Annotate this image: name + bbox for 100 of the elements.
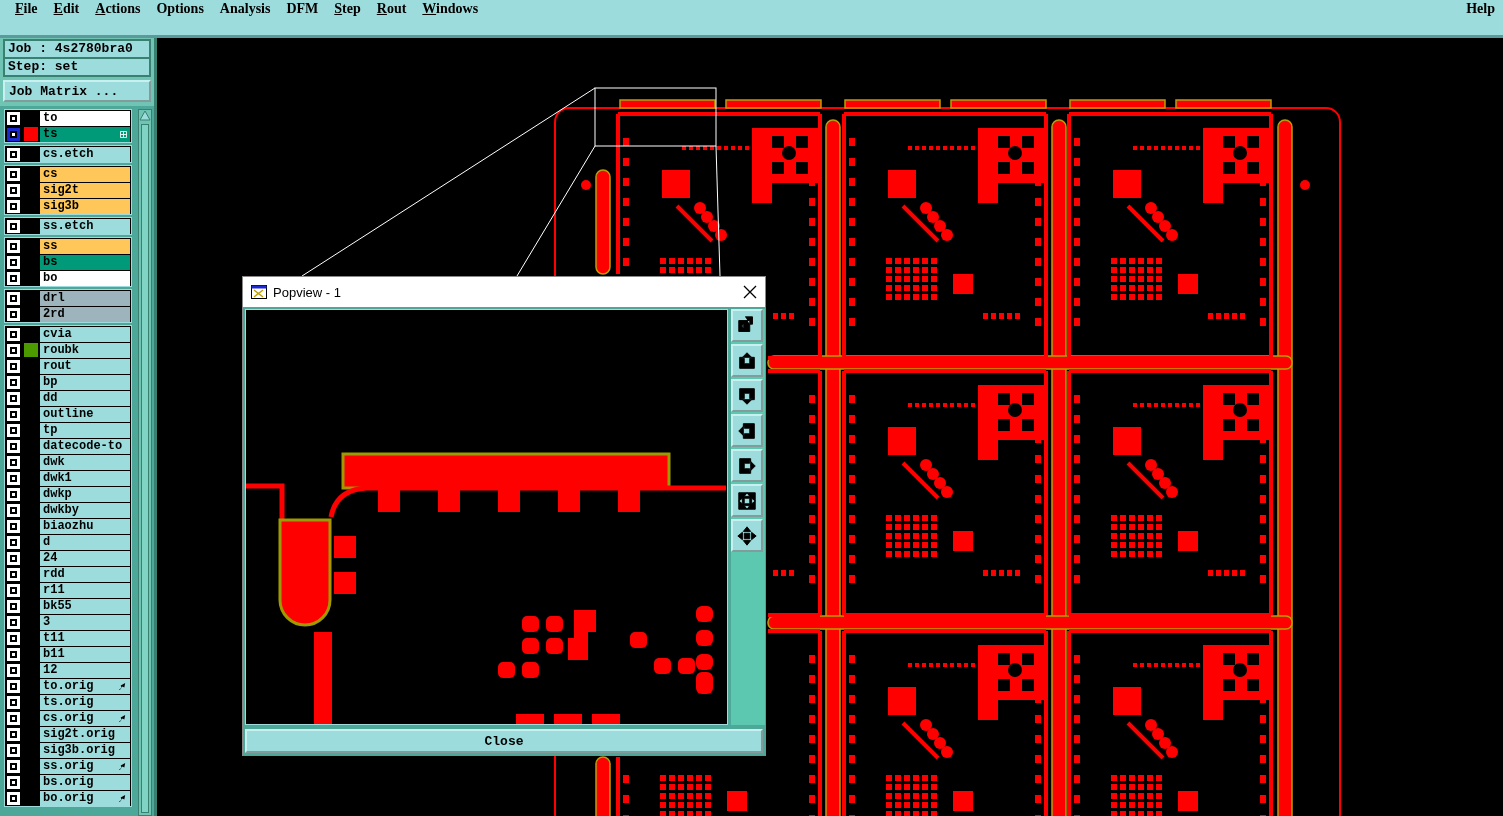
layer-item[interactable]: sig2t.orig: [40, 726, 130, 742]
layer-item[interactable]: tp: [40, 422, 130, 438]
layer-row[interactable]: tp: [5, 422, 131, 438]
layer-item[interactable]: ts: [40, 126, 130, 142]
layer-item[interactable]: ss.orig: [40, 758, 130, 774]
layer-row[interactable]: bs.orig: [5, 774, 131, 790]
layer-row[interactable]: ts.orig: [5, 694, 131, 710]
layer-row[interactable]: dd: [5, 390, 131, 406]
menu-item[interactable]: Rout: [376, 0, 407, 17]
layer-row[interactable]: drl: [5, 290, 131, 306]
layer-row[interactable]: 24: [5, 550, 131, 566]
zoom-tool-button[interactable]: [731, 379, 763, 412]
layer-row[interactable]: rdd: [5, 566, 131, 582]
layer-item[interactable]: b11: [40, 646, 130, 662]
layer-item[interactable]: rout: [40, 358, 130, 374]
layer-row[interactable]: cvia: [5, 326, 131, 342]
zoom-tool-button[interactable]: [731, 519, 763, 552]
layer-row[interactable]: cs: [5, 166, 131, 182]
layer-row[interactable]: bo.orig: [5, 790, 131, 806]
layer-item[interactable]: ts.orig: [40, 694, 130, 710]
layer-row[interactable]: rout: [5, 358, 131, 374]
layer-item[interactable]: rdd: [40, 566, 130, 582]
close-button[interactable]: Close: [245, 729, 763, 753]
layer-row[interactable]: cs.etch: [5, 146, 131, 162]
layer-row[interactable]: sig2t.orig: [5, 726, 131, 742]
layer-row[interactable]: bk55: [5, 598, 131, 614]
job-matrix-button[interactable]: Job Matrix ...: [3, 80, 151, 102]
layer-item[interactable]: t11: [40, 630, 130, 646]
layer-item[interactable]: 3: [40, 614, 130, 630]
menu-item[interactable]: Actions: [95, 0, 141, 17]
layer-item[interactable]: 2rd: [40, 306, 130, 322]
layer-item[interactable]: cs: [40, 166, 130, 182]
menu-item[interactable]: Windows: [422, 0, 479, 17]
close-icon[interactable]: [743, 285, 757, 299]
menu-item[interactable]: Edit: [53, 0, 80, 17]
layer-item[interactable]: sig2t: [40, 182, 130, 198]
layer-row[interactable]: dwkby: [5, 502, 131, 518]
layer-item[interactable]: to: [40, 110, 130, 126]
layer-item[interactable]: bs: [40, 254, 130, 270]
layer-item[interactable]: bo.orig: [40, 790, 130, 806]
layer-item[interactable]: ss: [40, 238, 130, 254]
layer-row[interactable]: b11: [5, 646, 131, 662]
layer-item[interactable]: 12: [40, 662, 130, 678]
layer-item[interactable]: outline: [40, 406, 130, 422]
help-menu[interactable]: Help: [1466, 0, 1495, 17]
layer-item[interactable]: bs.orig: [40, 774, 130, 790]
layer-row[interactable]: to: [5, 110, 131, 126]
menu-item[interactable]: File: [15, 0, 38, 17]
layer-item[interactable]: sig3b.orig: [40, 742, 130, 758]
layer-item[interactable]: d: [40, 534, 130, 550]
layer-item[interactable]: sig3b: [40, 198, 130, 214]
layer-row[interactable]: sig3b: [5, 198, 131, 214]
layer-row[interactable]: ts: [5, 126, 131, 142]
layer-checkbox[interactable]: [7, 127, 20, 141]
layer-item[interactable]: cs.etch: [40, 146, 130, 162]
layer-item[interactable]: dwk1: [40, 470, 130, 486]
layer-row[interactable]: ss: [5, 238, 131, 254]
layer-item[interactable]: ss.etch: [40, 218, 130, 234]
layer-item[interactable]: cs.orig: [40, 710, 130, 726]
layer-item[interactable]: bk55: [40, 598, 130, 614]
layer-item[interactable]: dwk: [40, 454, 130, 470]
layer-row[interactable]: sig3b.orig: [5, 742, 131, 758]
layer-row[interactable]: 3: [5, 614, 131, 630]
layer-row[interactable]: ss.etch: [5, 218, 131, 234]
layer-row[interactable]: bo: [5, 270, 131, 286]
layer-row[interactable]: roubk: [5, 342, 131, 358]
layer-row[interactable]: dwk1: [5, 470, 131, 486]
menu-item[interactable]: DFM: [286, 0, 319, 17]
layer-item[interactable]: bo: [40, 270, 130, 286]
zoom-tool-button[interactable]: [731, 484, 763, 517]
layer-row[interactable]: biaozhu: [5, 518, 131, 534]
layer-row[interactable]: dwkp: [5, 486, 131, 502]
zoom-tool-button[interactable]: [731, 344, 763, 377]
menu-item[interactable]: Analysis: [219, 0, 271, 17]
layer-row[interactable]: r11: [5, 582, 131, 598]
layer-row[interactable]: 12: [5, 662, 131, 678]
layer-row[interactable]: d: [5, 534, 131, 550]
layer-row[interactable]: to.orig: [5, 678, 131, 694]
layer-row[interactable]: bs: [5, 254, 131, 270]
layer-item[interactable]: to.orig: [40, 678, 130, 694]
layer-item[interactable]: dwkp: [40, 486, 130, 502]
layer-row[interactable]: 2rd: [5, 306, 131, 322]
layer-row[interactable]: t11: [5, 630, 131, 646]
layer-row[interactable]: dwk: [5, 454, 131, 470]
zoom-tool-button[interactable]: [731, 449, 763, 482]
layer-item[interactable]: r11: [40, 582, 130, 598]
zoom-tool-button[interactable]: [731, 309, 763, 342]
layer-item[interactable]: bp: [40, 374, 130, 390]
layer-item[interactable]: biaozhu: [40, 518, 130, 534]
scrollbar[interactable]: [138, 109, 152, 816]
layer-row[interactable]: outline: [5, 406, 131, 422]
layer-item[interactable]: roubk: [40, 342, 130, 358]
menu-item[interactable]: Options: [156, 0, 204, 17]
menu-item[interactable]: Step: [334, 0, 361, 17]
layer-row[interactable]: ss.orig: [5, 758, 131, 774]
layer-row[interactable]: sig2t: [5, 182, 131, 198]
layer-item[interactable]: 24: [40, 550, 130, 566]
layer-item[interactable]: cvia: [40, 326, 130, 342]
layer-row[interactable]: datecode-to: [5, 438, 131, 454]
layer-item[interactable]: dwkby: [40, 502, 130, 518]
